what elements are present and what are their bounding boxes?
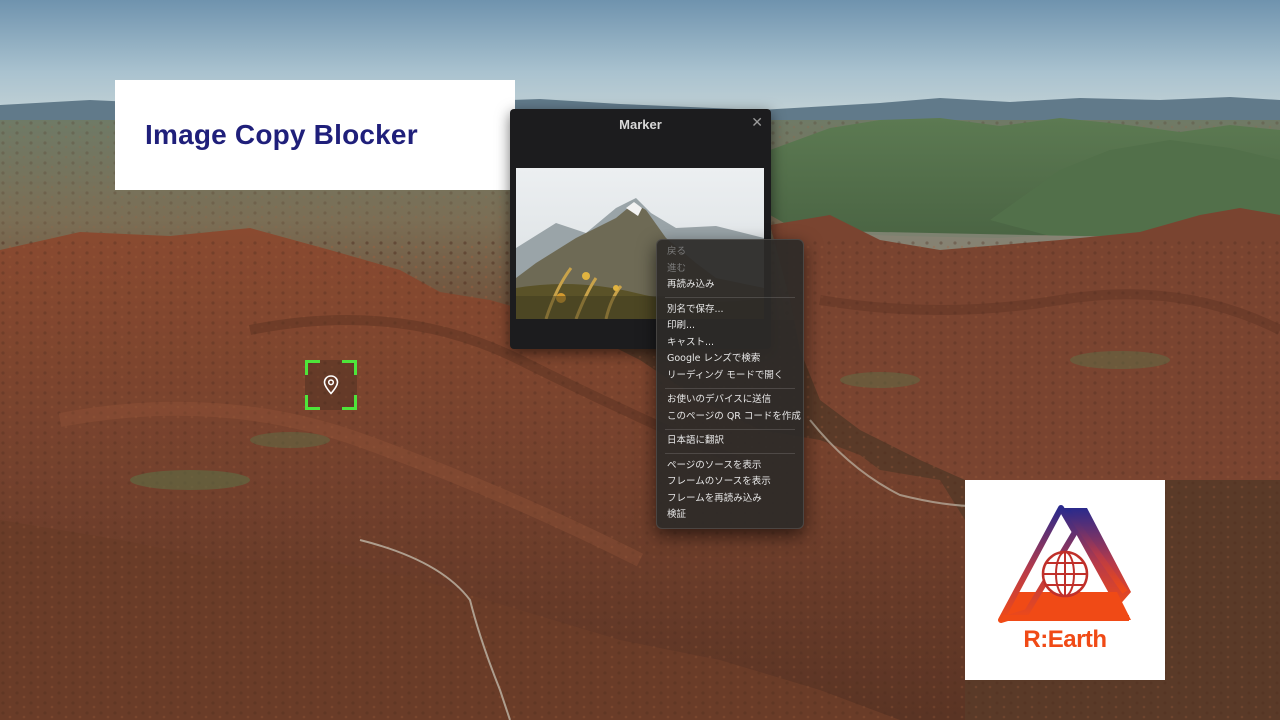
menu-item[interactable]: 検証 [657, 507, 803, 524]
selection-corner [305, 395, 320, 410]
menu-item[interactable]: リーディング モードで開く [657, 368, 803, 385]
menu-item[interactable]: キャスト... [657, 335, 803, 352]
menu-item[interactable]: フレームを再読み込み [657, 491, 803, 508]
menu-item[interactable]: フレームのソースを表示 [657, 474, 803, 491]
menu-item[interactable]: Google レンズで検索 [657, 351, 803, 368]
selection-corner [342, 360, 357, 375]
menu-separator [665, 453, 795, 454]
menu-item[interactable]: このページの QR コードを作成 [657, 409, 803, 426]
title-text: Image Copy Blocker [145, 119, 418, 150]
menu-item: 進む [667, 262, 687, 274]
menu-item[interactable]: お使いのデバイスに送信 [657, 392, 803, 409]
menu-separator [665, 297, 795, 298]
infobox-title: Marker [619, 117, 662, 132]
menu-item: 戻る [667, 246, 687, 257]
close-icon[interactable]: ✕ [751, 114, 763, 131]
selection-corner [305, 360, 320, 375]
map-pin-icon[interactable] [322, 375, 340, 395]
marker-selection[interactable] [305, 360, 357, 410]
reearth-logo-card: R:Earth [965, 480, 1165, 680]
context-menu: 戻る進む再読み込み別名で保存... 印刷... キャスト... Google レンズで… [656, 239, 804, 529]
menu-separator [665, 387, 795, 389]
menu-item[interactable]: ページのソースを表示 [657, 458, 803, 475]
menu-item[interactable]: 日本語に翻訳 [657, 433, 803, 450]
logo-wordmark: R:Earth [1023, 626, 1107, 653]
menu-separator [665, 428, 795, 430]
menu-item[interactable]: 印刷... [657, 318, 803, 335]
menu-item[interactable]: 再読み込み [657, 277, 803, 294]
menu-item[interactable]: 別名で保存... [657, 302, 803, 319]
reearth-logo-icon [998, 505, 1131, 623]
title-card: Image Copy Blocker [115, 80, 515, 190]
selection-corner [342, 395, 357, 410]
